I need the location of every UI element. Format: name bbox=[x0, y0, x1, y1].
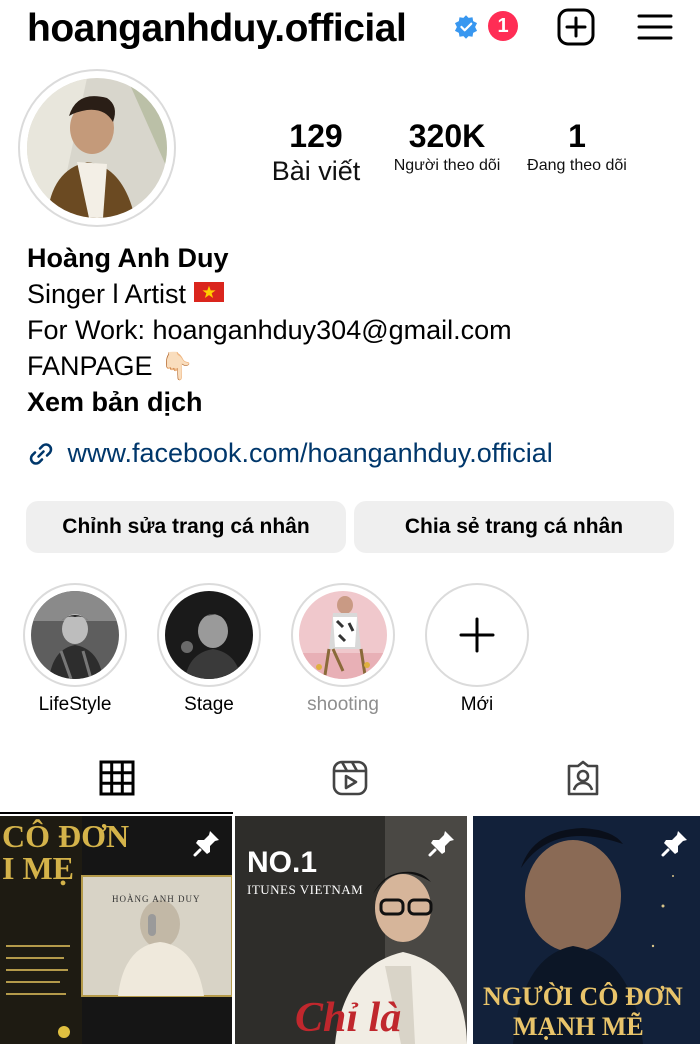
post-thumbnail[interactable]: CÔ ĐƠN I MẸ HOÀNG ANH DUY bbox=[0, 816, 232, 1044]
pin-icon bbox=[428, 831, 454, 857]
bio-line-2: For Work: hoanganhduy304@gmail.com bbox=[27, 315, 512, 345]
highlight-lifestyle[interactable]: LifeStyle bbox=[22, 583, 128, 717]
posts-label: Bài viết bbox=[271, 156, 361, 186]
post-title: I MẸ bbox=[2, 850, 74, 886]
post-thumbnail[interactable]: NO.1 ITUNES VIETNAM Chỉ là bbox=[235, 816, 467, 1044]
avatar-image bbox=[27, 78, 167, 218]
bio: Hoàng Anh Duy Singer l Artist For Work: … bbox=[27, 240, 687, 420]
highlight-label: LifeStyle bbox=[38, 694, 112, 715]
link-icon bbox=[29, 443, 53, 465]
highlight-image bbox=[31, 591, 119, 679]
tab-reels[interactable] bbox=[233, 752, 466, 814]
reels-icon bbox=[332, 760, 368, 796]
highlight-ring bbox=[425, 583, 529, 687]
followers-count: 320K bbox=[408, 118, 486, 154]
profile-tabs bbox=[0, 752, 700, 814]
display-name: Hoàng Anh Duy bbox=[27, 243, 229, 273]
tagged-icon bbox=[567, 760, 599, 796]
menu-icon[interactable] bbox=[636, 8, 674, 46]
followers-stat[interactable]: 320K Người theo dõi bbox=[386, 117, 508, 177]
following-label: Đang theo dõi bbox=[527, 157, 627, 174]
bio-line-1-text: Singer l Artist bbox=[27, 279, 187, 309]
post-subtitle: MẠNH MẼ bbox=[513, 1012, 644, 1041]
posts-stat[interactable]: 129 Bài viết bbox=[262, 117, 370, 187]
tab-posts-grid[interactable] bbox=[0, 752, 233, 814]
post-artist: HOÀNG ANH DUY bbox=[112, 894, 201, 904]
post-badge: NO.1 bbox=[247, 846, 318, 879]
external-link[interactable]: www.facebook.com/hoanganhduy.official bbox=[27, 438, 553, 469]
highlight-label: shooting bbox=[307, 694, 379, 715]
tab-tagged[interactable] bbox=[466, 752, 699, 814]
username[interactable]: hoanganhduy.official bbox=[27, 7, 407, 51]
followers-label: Người theo dõi bbox=[393, 157, 501, 174]
highlight-ring bbox=[291, 583, 395, 687]
external-link-text[interactable]: www.facebook.com/hoanganhduy.official bbox=[67, 438, 552, 468]
pin-icon bbox=[661, 831, 687, 857]
pin-icon bbox=[193, 831, 219, 857]
notification-badge[interactable]: 1 bbox=[488, 11, 518, 41]
avatar[interactable] bbox=[27, 78, 167, 218]
highlight-label: Stage bbox=[184, 694, 234, 715]
post-thumbnail[interactable]: NGƯỜI CÔ ĐƠN MẠNH MẼ bbox=[473, 816, 700, 1044]
new-highlight-button[interactable]: Mới bbox=[424, 583, 530, 717]
highlight-ring bbox=[23, 583, 127, 687]
profile-header: hoanganhduy.official 1 bbox=[0, 0, 700, 60]
bio-line-1: Singer l Artist bbox=[27, 276, 687, 312]
grid-icon bbox=[99, 760, 135, 796]
create-post-icon[interactable] bbox=[557, 8, 595, 46]
highlight-label: Mới bbox=[460, 694, 494, 715]
plus-icon bbox=[459, 617, 495, 653]
post-subtitle: ITUNES VIETNAM bbox=[247, 882, 364, 897]
highlight-shooting[interactable]: shooting bbox=[290, 583, 396, 717]
following-count: 1 bbox=[568, 118, 586, 154]
share-profile-button[interactable]: Chia sẻ trang cá nhân bbox=[354, 501, 674, 553]
verified-badge-icon bbox=[454, 15, 478, 39]
edit-profile-button[interactable]: Chỉnh sửa trang cá nhân bbox=[26, 501, 346, 553]
following-stat[interactable]: 1 Đang theo dõi bbox=[517, 117, 637, 177]
highlight-image bbox=[165, 591, 253, 679]
highlight-ring bbox=[157, 583, 261, 687]
post-title: NGƯỜI CÔ ĐƠN bbox=[483, 982, 683, 1011]
vietnam-flag-icon bbox=[194, 282, 225, 302]
see-translation-link[interactable]: Xem bản dịch bbox=[27, 384, 687, 420]
post-title: Chỉ là bbox=[295, 995, 402, 1041]
posts-count: 129 bbox=[289, 118, 343, 154]
highlight-image bbox=[299, 591, 387, 679]
highlight-stage[interactable]: Stage bbox=[156, 583, 262, 717]
bio-line-3: FANPAGE 👇🏻 bbox=[27, 351, 194, 381]
